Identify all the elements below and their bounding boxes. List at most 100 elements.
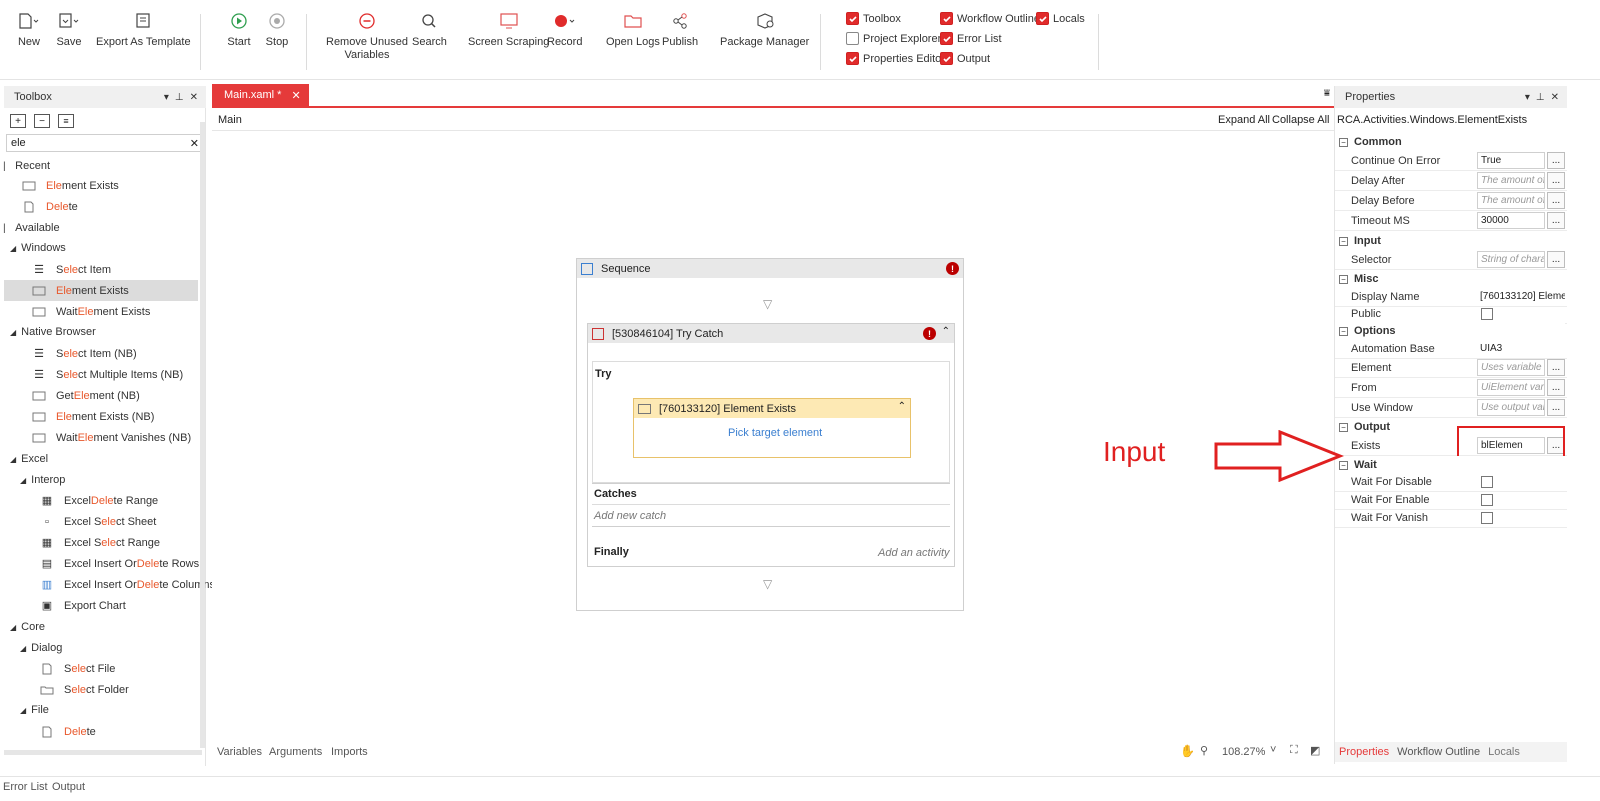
sequence-activity[interactable]: Sequence ! ▽ [530846104] Try Catch ! ⌃ T… (576, 258, 964, 611)
public-checkbox[interactable] (1481, 307, 1493, 320)
record-button[interactable]: Record (547, 10, 582, 49)
collapse-all-link[interactable]: Collapse All (1272, 114, 1329, 126)
use-window-field[interactable]: Use output var (1477, 399, 1545, 416)
tab-main-xaml[interactable]: Main.xaml * ✕ (212, 84, 309, 106)
tree-group-interop[interactable]: ◢ Interop (20, 470, 65, 490)
remove-unused-variables-button[interactable]: Remove Unused Variables (326, 10, 408, 62)
toolbox-vertical-scrollbar[interactable] (200, 122, 205, 748)
close-icon[interactable]: ✕ (190, 92, 198, 103)
zoom-dropdown-icon[interactable]: ˅ (1270, 744, 1276, 756)
expression-editor-button[interactable]: ... (1547, 379, 1565, 396)
output-tab[interactable]: Output (52, 781, 85, 793)
publish-button[interactable]: Publish (662, 10, 698, 49)
close-tab-icon[interactable]: ✕ (291, 89, 300, 102)
element-exists-activity[interactable]: [760133120] Element Exists ⌃ Pick target… (633, 398, 911, 458)
dropdown-icon[interactable]: ▾ (164, 92, 169, 103)
toggle-error-list[interactable]: Error List (940, 32, 1002, 45)
toolbox-item[interactable]: Wait Ele ment Exists (32, 301, 150, 322)
category-options[interactable]: − Options (1335, 322, 1565, 340)
from-field[interactable]: UiElement var (1477, 379, 1545, 396)
element-field[interactable]: Uses variable (1477, 359, 1545, 376)
stop-button[interactable]: Stop (262, 10, 292, 49)
toolbox-item[interactable]: ▦ Excel Dele te Range (40, 490, 158, 511)
toolbox-item[interactable]: ▤ Excel Insert Or Dele te Rows (40, 553, 199, 574)
package-manager-button[interactable]: Package Manager (720, 10, 809, 49)
zoom-level[interactable]: 108.27% (1222, 746, 1265, 758)
dropdown-icon[interactable]: ▾ (1525, 92, 1530, 103)
toolbox-item[interactable]: Dele te (22, 196, 78, 217)
category-misc[interactable]: − Misc (1335, 270, 1565, 288)
save-button[interactable]: Save (54, 10, 84, 49)
breadcrumb[interactable]: Main (218, 114, 242, 126)
search-button[interactable]: Search (412, 10, 447, 49)
tree-group-excel[interactable]: ◢ Excel (10, 449, 48, 469)
toolbox-item[interactable]: Ele ment Exists (22, 175, 119, 196)
error-icon[interactable]: ! (923, 327, 936, 340)
try-catch-activity[interactable]: [530846104] Try Catch ! ⌃ Try [760133120… (587, 323, 955, 567)
toolbox-item[interactable]: Sele ct Folder (40, 679, 129, 700)
toolbox-item[interactable]: Ele ment Exists (NB) (32, 406, 154, 427)
toolbox-item[interactable]: Wait Ele ment Vanishes (NB) (32, 427, 191, 448)
tree-group-file[interactable]: ◢ File (20, 700, 49, 720)
tree-group-core[interactable]: ◢ Core (10, 617, 45, 637)
workflow-outline-tab[interactable]: Workflow Outline (1397, 746, 1480, 758)
toggle-toolbox[interactable]: Toolbox (846, 12, 901, 25)
expression-editor-button[interactable]: ... (1547, 399, 1565, 416)
display-name-field[interactable]: [760133120] Element Exists (1477, 288, 1565, 305)
expression-editor-button[interactable]: ... (1547, 359, 1565, 376)
open-logs-button[interactable]: Open Logs (606, 10, 660, 49)
toggle-properties-editor[interactable]: Properties Editor (846, 52, 945, 65)
collapse-icon[interactable]: ⌃ (898, 401, 906, 412)
add-new-catch-link[interactable]: Add new catch (594, 510, 666, 522)
error-list-tab[interactable]: Error List (3, 781, 48, 793)
toggle-project-explorer[interactable]: Project Explorer (846, 32, 941, 45)
tree-group-windows[interactable]: ◢ Windows (10, 238, 66, 258)
toggle-output[interactable]: Output (940, 52, 990, 65)
wait-for-vanish-checkbox[interactable] (1481, 511, 1493, 524)
properties-tab[interactable]: Properties (1339, 746, 1389, 758)
add-activity-link[interactable]: Add an activity (878, 547, 950, 559)
toolbox-item[interactable]: Sele ct File (40, 658, 115, 679)
toolbox-item[interactable]: ▫ Excel Sele ct Sheet (40, 511, 156, 532)
tree-group-available[interactable]: ▏ Available (4, 218, 60, 238)
toolbox-horizontal-scrollbar[interactable] (4, 750, 202, 755)
tree-group-recent[interactable]: ▏ Recent (4, 156, 50, 176)
delay-before-field[interactable]: The amount of (1477, 192, 1545, 209)
toolbox-item[interactable]: ▦ Excel Sele ct Range (40, 532, 160, 553)
pin-icon[interactable]: ⊥ (175, 92, 184, 103)
toggle-locals[interactable]: Locals (1036, 12, 1085, 25)
toolbox-item-selected[interactable]: Ele ment Exists (32, 280, 129, 301)
category-common[interactable]: − Common (1335, 133, 1565, 151)
tab-list-dropdown-icon[interactable]: ⩸ (1324, 88, 1330, 99)
collapse-all-icon[interactable]: − (34, 114, 50, 128)
drop-arrow-icon[interactable]: ▽ (763, 297, 772, 311)
collapse-icon[interactable]: ⌃ (942, 326, 950, 337)
toolbox-item[interactable]: ☰ Sele ct Item (NB) (32, 343, 137, 364)
toolbox-item[interactable]: ▥ Excel Insert Or Dele te Columns (40, 574, 215, 595)
imports-tab[interactable]: Imports (331, 746, 368, 758)
toolbox-item[interactable]: Get Ele ment (NB) (32, 385, 140, 406)
toolbox-search-input[interactable]: ele ✕ (6, 134, 204, 152)
drop-arrow-icon[interactable]: ▽ (763, 577, 772, 591)
expression-editor-button[interactable]: ... (1547, 172, 1565, 189)
expression-editor-button[interactable]: ... (1547, 192, 1565, 209)
continue-on-error-field[interactable]: True (1477, 152, 1545, 169)
clear-search-icon[interactable]: ✕ (190, 137, 199, 150)
tree-group-dialog[interactable]: ◢ Dialog (20, 638, 62, 658)
arguments-tab[interactable]: Arguments (269, 746, 322, 758)
variables-tab[interactable]: Variables (217, 746, 262, 758)
automation-base-field[interactable]: UIA3 (1477, 340, 1545, 357)
tree-group-native-browser[interactable]: ◢ Native Browser (10, 322, 96, 342)
timeout-ms-field[interactable]: 30000 (1477, 212, 1545, 229)
screen-scraping-button[interactable]: Screen Scraping (468, 10, 549, 49)
expression-editor-button[interactable]: ... (1547, 152, 1565, 169)
expand-all-link[interactable]: Expand All (1218, 114, 1270, 126)
toolbox-item[interactable]: ☰ Sele ct Item (32, 259, 111, 280)
list-view-icon[interactable]: ≡ (58, 114, 74, 128)
export-as-template-button[interactable]: Export As Template (96, 10, 191, 49)
zoom-search-icon[interactable]: ⚲ (1200, 744, 1208, 757)
delay-after-field[interactable]: The amount of (1477, 172, 1545, 189)
close-icon[interactable]: ✕ (1551, 92, 1559, 103)
selector-field[interactable]: String of characters (1477, 251, 1545, 268)
expand-all-icon[interactable]: + (10, 114, 26, 128)
